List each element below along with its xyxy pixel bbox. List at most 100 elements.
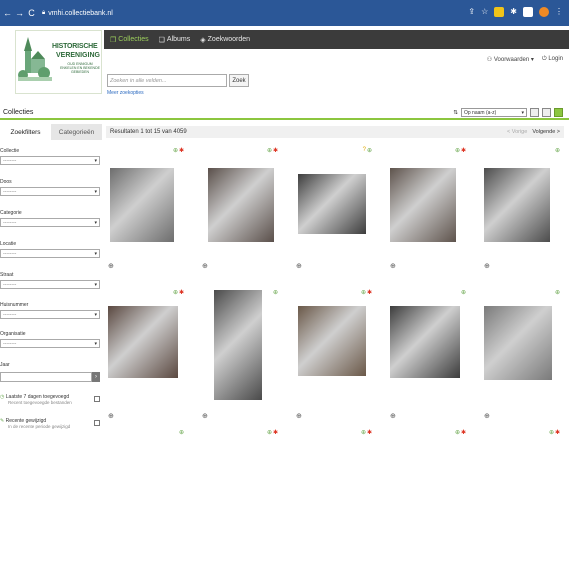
forward-icon[interactable]: → [15,8,24,18]
pin-icon[interactable]: ✱ [273,147,278,154]
filter-value: -------- [3,157,17,164]
search-button[interactable]: Zoek [229,74,249,87]
photo-thumbnail[interactable] [298,306,366,376]
photo-thumbnail[interactable] [110,168,174,242]
address-bar[interactable]: vmhi.collectiebank.nl [48,10,113,17]
info-icon[interactable]: ⊕ [273,289,278,296]
info-icon[interactable]: ⊕ [361,289,366,296]
zoom-icon[interactable]: ⊕ [108,262,114,270]
checkbox[interactable] [94,420,100,426]
share-icon[interactable]: ⇪ [468,7,475,17]
result-item[interactable]: ⊕ ✱ ⊕ [294,286,386,426]
back-icon[interactable]: ← [3,8,12,18]
nav-zoekwoorden[interactable]: ◈ Zoekwoorden [200,36,250,44]
grid-view-button[interactable] [530,108,539,117]
info-icon[interactable]: ⊕ [555,147,560,154]
zoom-icon[interactable]: ⊕ [202,412,208,420]
result-item[interactable]: ⊕ ⊕ [200,286,292,426]
star-icon[interactable]: ☆ [481,7,488,17]
sort-select[interactable]: Op naam (a-z) ▾ [461,108,527,117]
result-item[interactable]: ⊕ ✱ ⊕ [106,286,198,426]
filter-select[interactable]: -------- ▾ [0,187,100,196]
puzzle-icon[interactable]: ✱ [510,7,517,17]
item-status-icons: ⊕ [555,147,560,154]
jaar-go-button[interactable]: › [92,372,100,382]
info-icon[interactable]: ⊕ [173,147,178,154]
chevron-down-icon: ▾ [94,157,97,164]
filter-label: Organisatie [0,331,26,337]
tab-zoekfilters[interactable]: Zoekfilters [0,124,51,140]
photo-thumbnail[interactable] [298,174,366,234]
result-item[interactable]: ⊕ ✱ ⊕ [200,144,292,284]
search-input[interactable]: Zoeken in alle velden... [107,74,227,87]
result-item[interactable]: ⊕ ⊕ [388,286,480,426]
photo-thumbnail[interactable] [484,306,552,380]
zoom-icon[interactable]: ⊕ [390,412,396,420]
photo-thumbnail[interactable] [108,306,178,378]
sidebar-icon[interactable] [523,7,533,17]
pin-icon[interactable]: ✱ [461,147,466,154]
zoom-icon[interactable]: ⊕ [202,262,208,270]
result-item[interactable]: ⊕ ✱ ⊕ [106,144,198,284]
pin-icon[interactable]: ✱ [179,147,184,154]
photo-thumbnail[interactable] [390,168,456,242]
info-icon[interactable]: ⊕ [555,289,560,296]
photo-thumbnail[interactable] [208,168,274,242]
result-item[interactable]: ⊕ ✱ [200,426,292,566]
pagination: < Vorige Volgende > [507,129,560,135]
more-search-options-link[interactable]: Meer zoekopties [107,90,144,96]
photo-thumbnail[interactable] [484,168,550,242]
nav-collecties[interactable]: ❐ Collecties [110,36,149,44]
info-icon[interactable]: ⊕ [367,147,372,154]
filter-select[interactable]: -------- ▾ [0,156,100,165]
terms-link[interactable]: ⚇ Voorwaarden ▾ [487,56,534,63]
zoom-icon[interactable]: ⊕ [484,412,490,420]
filter-select[interactable]: -------- ▾ [0,310,100,319]
info-icon[interactable]: ⊕ [267,147,272,154]
reload-icon[interactable]: C [27,8,36,18]
menu-icon[interactable]: ⋮ [555,7,563,17]
filter-locatie: Locatie -------- ▾ [0,241,102,258]
result-item[interactable]: ⊕ ⊕ [482,286,569,426]
result-item[interactable]: ⊕ ✱ [388,426,480,566]
login-label: Login [548,56,563,62]
result-item[interactable]: ⊕ ✱ [294,426,386,566]
zoom-icon[interactable]: ⊕ [390,262,396,270]
result-item[interactable]: ? ⊕ ⊕ [294,144,386,284]
filter-select[interactable]: -------- ▾ [0,280,100,289]
zoom-icon[interactable]: ⊕ [296,412,302,420]
result-item[interactable]: ⊕ ⊕ [482,144,569,284]
photo-thumbnail[interactable] [214,290,262,400]
nav-albums[interactable]: ❏ Albums [159,36,191,44]
photo-thumbnail[interactable] [390,306,460,378]
result-item[interactable]: ⊕ ✱ [482,426,569,566]
zoom-icon[interactable]: ⊕ [484,262,490,270]
info-icon[interactable]: ⊕ [455,147,460,154]
chevron-down-icon: ▾ [94,250,97,257]
prev-page-button[interactable]: < Vorige [507,129,527,135]
tile-view-button[interactable] [542,108,551,117]
logo-tagline: OUD ENNIGUM ENKELEN EN BEKENDE GEBIEDEN [60,62,100,74]
result-item[interactable]: ⊕ [106,426,198,566]
pin-icon[interactable]: ✱ [367,289,372,296]
extension-icon[interactable] [494,7,505,17]
filter-select[interactable]: -------- ▾ [0,249,100,258]
checkbox[interactable] [94,396,100,402]
zoom-icon[interactable]: ⊕ [108,412,114,420]
pin-icon[interactable]: ✱ [179,289,184,296]
profile-avatar[interactable] [539,7,549,17]
result-item[interactable]: ⊕ ✱ ⊕ [388,144,480,284]
next-page-button[interactable]: Volgende > [532,129,560,135]
jaar-input[interactable] [0,372,92,382]
question-icon[interactable]: ? [363,147,366,154]
list-view-button[interactable] [554,108,563,117]
filter-select[interactable]: -------- ▾ [0,339,100,348]
site-logo[interactable]: HISTORISCHE VERENIGING OUD ENNIGUM ENKEL… [15,30,102,94]
info-icon[interactable]: ⊕ [461,289,466,296]
filter-select[interactable]: -------- ▾ [0,218,100,227]
info-icon[interactable]: ⊕ [173,289,178,296]
nav-zoekwoorden-label: Zoekwoorden [207,36,251,43]
login-link[interactable]: ⏻ Login [542,56,563,63]
tab-categorieen[interactable]: Categorieën [51,124,102,140]
zoom-icon[interactable]: ⊕ [296,262,302,270]
